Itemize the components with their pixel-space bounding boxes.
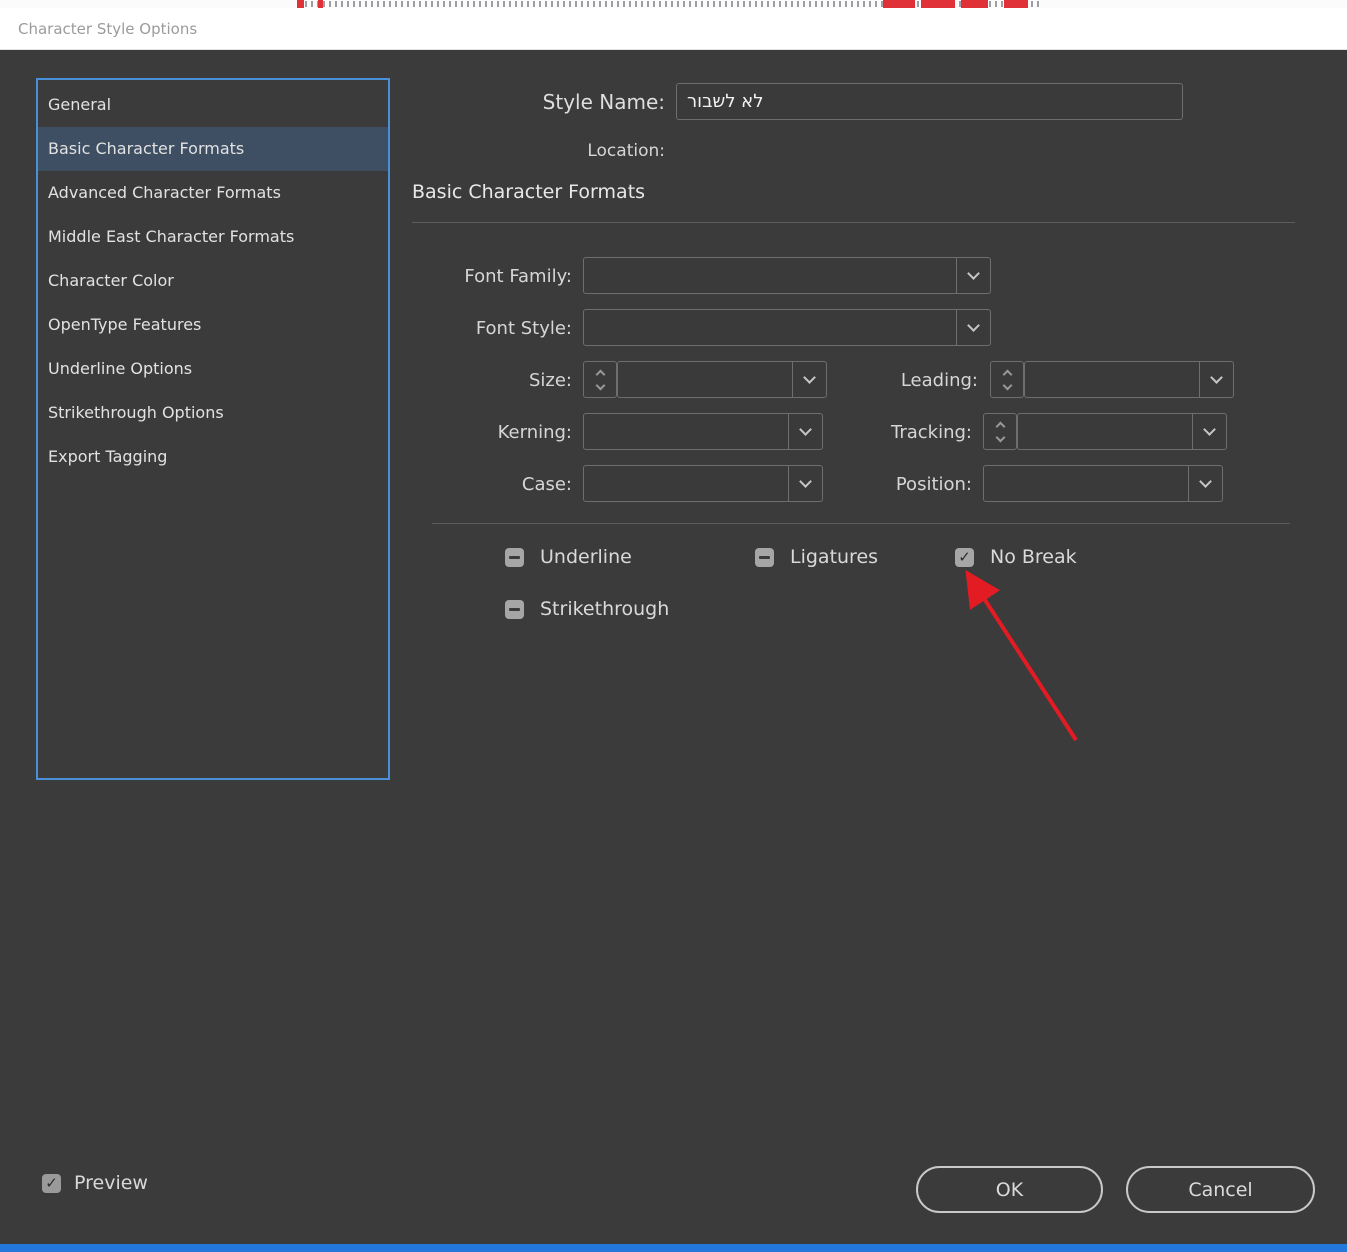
chevron-up-icon (595, 369, 605, 379)
sidebar-item-advanced-character-formats[interactable]: Advanced Character Formats (38, 171, 388, 215)
chevron-down-icon (799, 423, 812, 436)
mixed-state-icon (509, 556, 520, 559)
chevron-down-icon (967, 319, 980, 332)
background-document-strip (0, 0, 1347, 8)
chevron-down-icon (967, 267, 980, 280)
tracking-stepper[interactable] (983, 413, 1017, 450)
chevron-down-icon (1210, 371, 1223, 384)
font-style-value (584, 310, 956, 345)
location-label: Location: (587, 141, 665, 161)
font-style-label: Font Style: (475, 318, 572, 339)
sidebar-item-basic-character-formats[interactable]: Basic Character Formats (38, 127, 388, 171)
case-dropdown-button[interactable] (788, 466, 822, 501)
chevron-down-icon (1203, 423, 1216, 436)
ok-button[interactable]: OK (916, 1166, 1103, 1213)
background-red-mark (297, 0, 304, 8)
font-family-select[interactable] (583, 257, 991, 294)
sidebar-item-general[interactable]: General (38, 83, 388, 127)
size-label: Size: (528, 370, 572, 391)
leading-stepper[interactable] (990, 361, 1024, 398)
background-red-mark (961, 0, 988, 8)
mixed-state-icon (759, 556, 770, 559)
style-name-value: לא לשבור (687, 91, 764, 112)
sidebar-item-export-tagging[interactable]: Export Tagging (38, 435, 388, 479)
dialog-titlebar[interactable]: Character Style Options (0, 8, 1347, 50)
annotation-arrow (965, 569, 1078, 742)
background-red-mark (921, 0, 955, 8)
background-red-mark (318, 0, 323, 8)
tracking-select[interactable] (1017, 413, 1227, 450)
size-stepper[interactable] (583, 361, 617, 398)
font-family-value (584, 258, 956, 293)
position-value (984, 466, 1188, 501)
character-style-options-dialog: Character Style Options General Basic Ch… (0, 0, 1347, 1252)
chevron-up-icon (995, 421, 1005, 431)
font-style-select[interactable] (583, 309, 991, 346)
sidebar-item-opentype-features[interactable]: OpenType Features (38, 303, 388, 347)
sidebar-item-strikethrough-options[interactable]: Strikethrough Options (38, 391, 388, 435)
chevron-down-icon (1002, 380, 1012, 390)
kerning-select[interactable] (583, 413, 823, 450)
underline-label: Underline (540, 546, 632, 568)
position-dropdown-button[interactable] (1188, 466, 1222, 501)
case-label: Case: (521, 474, 572, 495)
chevron-up-icon (1002, 369, 1012, 379)
kerning-value (584, 414, 788, 449)
ligatures-checkbox[interactable] (755, 548, 774, 567)
leading-dropdown-button[interactable] (1199, 362, 1233, 397)
checkmark-icon: ✓ (958, 548, 971, 566)
sidebar-item-character-color[interactable]: Character Color (38, 259, 388, 303)
kerning-dropdown-button[interactable] (788, 414, 822, 449)
underline-checkbox[interactable] (505, 548, 524, 567)
no-break-label: No Break (990, 546, 1077, 568)
no-break-checkbox[interactable]: ✓ (955, 548, 974, 567)
sidebar-item-underline-options[interactable]: Underline Options (38, 347, 388, 391)
leading-select[interactable] (1024, 361, 1234, 398)
sidebar-item-middle-east-character-formats[interactable]: Middle East Character Formats (38, 215, 388, 259)
divider (432, 523, 1290, 524)
size-select[interactable] (617, 361, 827, 398)
chevron-down-icon (803, 371, 816, 384)
chevron-down-icon (995, 432, 1005, 442)
preview-label: Preview (74, 1172, 148, 1194)
font-style-dropdown-button[interactable] (956, 310, 990, 345)
case-select[interactable] (583, 465, 823, 502)
kerning-label: Kerning: (497, 422, 572, 443)
tracking-dropdown-button[interactable] (1192, 414, 1226, 449)
chevron-down-icon (595, 380, 605, 390)
cancel-button[interactable]: Cancel (1126, 1166, 1315, 1213)
font-family-label: Font Family: (464, 266, 572, 287)
background-red-mark (1004, 0, 1028, 8)
background-red-mark (883, 0, 915, 8)
window-bottom-bar (0, 1244, 1347, 1252)
style-name-input[interactable]: לא לשבור (676, 83, 1183, 120)
style-name-label: Style Name: (542, 90, 665, 114)
chevron-down-icon (1199, 475, 1212, 488)
strikethrough-label: Strikethrough (540, 598, 670, 620)
checkmark-icon: ✓ (45, 1174, 58, 1192)
size-value (618, 362, 792, 397)
section-title: Basic Character Formats (412, 181, 646, 203)
tracking-value (1018, 414, 1192, 449)
mixed-state-icon (509, 608, 520, 611)
chevron-down-icon (799, 475, 812, 488)
position-select[interactable] (983, 465, 1223, 502)
leading-value (1025, 362, 1199, 397)
preview-checkbox[interactable]: ✓ (42, 1174, 61, 1193)
font-family-dropdown-button[interactable] (956, 258, 990, 293)
case-value (584, 466, 788, 501)
strikethrough-checkbox[interactable] (505, 600, 524, 619)
size-dropdown-button[interactable] (792, 362, 826, 397)
dialog-title: Character Style Options (18, 19, 198, 38)
ligatures-label: Ligatures (790, 546, 879, 568)
divider (412, 222, 1295, 223)
sidebar-panel: General Basic Character Formats Advanced… (36, 78, 390, 780)
